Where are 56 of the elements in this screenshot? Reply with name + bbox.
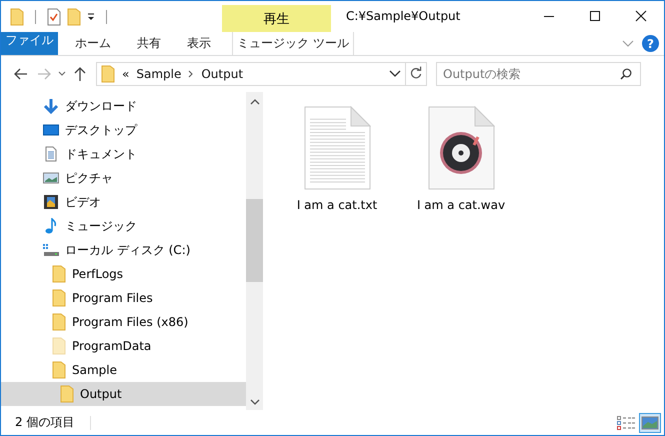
tree-item[interactable]: ビデオ bbox=[1, 190, 246, 214]
document-icon bbox=[43, 146, 59, 162]
tree-item[interactable]: Sample bbox=[1, 358, 246, 382]
expand-ribbon-icon[interactable] bbox=[622, 40, 634, 48]
file-item[interactable]: I am a cat.txt bbox=[293, 106, 381, 212]
tree-item[interactable]: Output bbox=[1, 382, 246, 406]
download-icon bbox=[43, 98, 59, 114]
desktop-icon bbox=[43, 122, 59, 138]
file-item[interactable]: I am a cat.wav bbox=[417, 106, 505, 212]
ribbon-tab[interactable]: 共有 bbox=[124, 32, 174, 55]
text-file-icon bbox=[303, 106, 371, 190]
tree-item[interactable]: Program Files (x86) bbox=[1, 310, 246, 334]
tree-item[interactable]: ドキュメント bbox=[1, 142, 246, 166]
tree-item[interactable]: ミュージック bbox=[1, 214, 246, 238]
pictures-icon bbox=[43, 170, 59, 186]
search-field[interactable]: Outputの検索 bbox=[436, 62, 641, 86]
ribbon-tab[interactable]: 表示 bbox=[174, 32, 224, 55]
dropdown-icon[interactable] bbox=[87, 13, 95, 21]
help-button[interactable]: ? bbox=[642, 35, 659, 52]
music-note-icon bbox=[43, 218, 59, 234]
tree-item[interactable]: ProgramData bbox=[1, 334, 246, 358]
folder-icon bbox=[52, 361, 66, 379]
search-icon bbox=[620, 68, 632, 80]
audio-file-icon bbox=[427, 106, 495, 190]
tree-item[interactable]: Program Files bbox=[1, 286, 246, 310]
breadcrumb[interactable]: Output bbox=[201, 67, 244, 81]
drive-icon bbox=[43, 242, 59, 258]
dropdown-icon[interactable] bbox=[389, 70, 401, 78]
scroll-down-icon[interactable] bbox=[250, 398, 260, 406]
folder-icon bbox=[52, 265, 66, 283]
tree-item[interactable]: デスクトップ bbox=[1, 118, 246, 142]
ribbon-tab[interactable]: ホーム bbox=[62, 32, 124, 55]
file-tab[interactable]: ファイル bbox=[1, 32, 58, 55]
context-tab-group: 再生 bbox=[222, 5, 331, 32]
tree-item[interactable]: ローカル ディスク (C:) bbox=[1, 238, 246, 262]
tree-item[interactable]: ピクチャ bbox=[1, 166, 246, 190]
tree-item[interactable]: ダウンロード bbox=[1, 94, 246, 118]
properties-icon[interactable] bbox=[47, 8, 61, 26]
breadcrumb[interactable]: Sample bbox=[136, 67, 182, 81]
overflow-crumb[interactable]: « bbox=[122, 67, 130, 81]
tree-item[interactable]: PerfLogs bbox=[1, 262, 246, 286]
film-icon bbox=[43, 194, 59, 210]
folder-icon bbox=[52, 313, 66, 331]
address-bar[interactable]: « Sample Output bbox=[96, 62, 406, 86]
chevron-icon bbox=[188, 70, 194, 78]
large-icons-view-button[interactable] bbox=[639, 412, 661, 432]
scroll-thumb[interactable] bbox=[246, 199, 263, 282]
scroll-up-icon[interactable] bbox=[250, 98, 260, 106]
folder-icon bbox=[52, 337, 66, 355]
scrollbar[interactable] bbox=[246, 92, 263, 410]
window-title: C:¥Sample¥Output bbox=[346, 9, 460, 23]
refresh-button[interactable] bbox=[406, 62, 427, 86]
folder-icon bbox=[60, 385, 74, 403]
folder-icon bbox=[52, 289, 66, 307]
item-count: 2 個の項目 bbox=[15, 414, 74, 431]
folder-icon bbox=[101, 65, 115, 83]
